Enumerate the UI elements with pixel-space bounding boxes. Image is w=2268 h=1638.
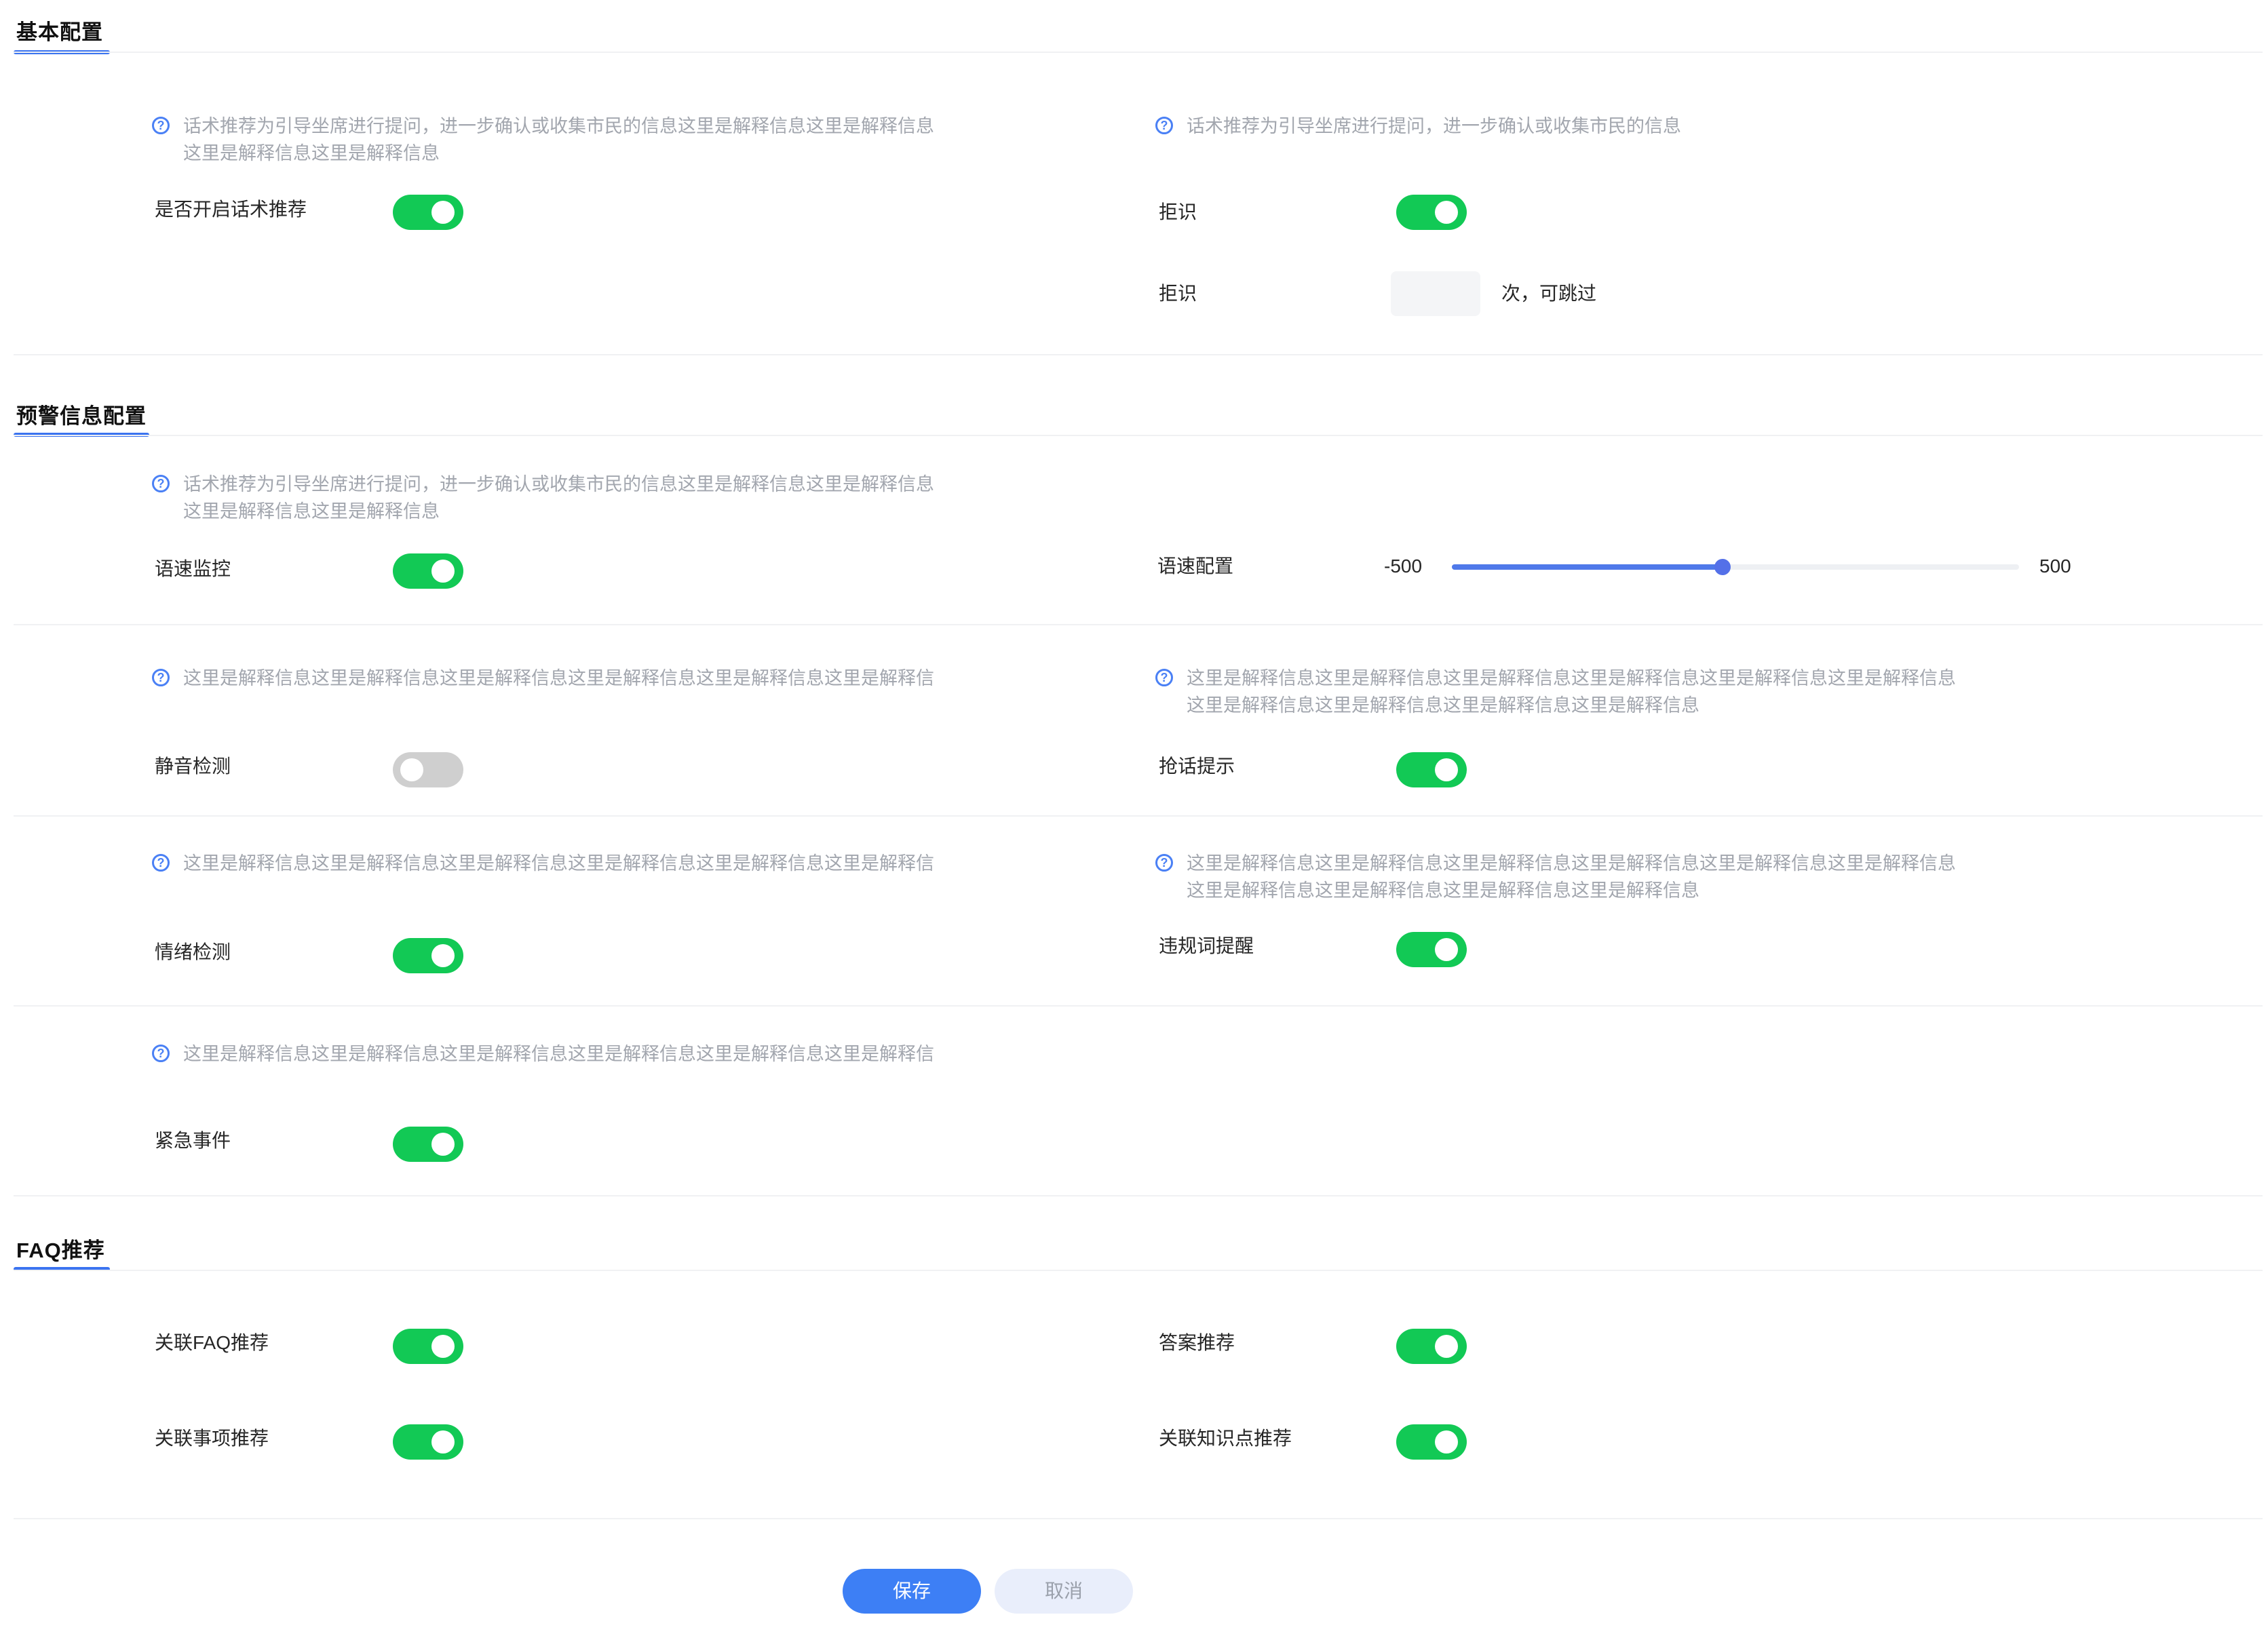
silence-detect-toggle[interactable] — [393, 752, 463, 787]
toggle-knob — [431, 201, 455, 224]
toggle-knob — [431, 944, 455, 967]
help-hint: ? 这里是解释信息这里是解释信息这里是解释信息这里是解释信息这里是解释信息这里是… — [152, 850, 934, 877]
section-title-basic: 基本配置 — [16, 20, 103, 44]
question-circle-icon: ? — [152, 669, 170, 686]
script-recommend-toggle[interactable] — [393, 195, 463, 230]
refuse-label: 拒识 — [1159, 201, 1197, 222]
emotion-detect-toggle[interactable] — [393, 938, 463, 973]
speed-config-label: 语速配置 — [1157, 555, 1234, 577]
interrupt-prompt-label: 抢话提示 — [1159, 756, 1235, 777]
section-title-faq: FAQ推荐 — [16, 1239, 105, 1262]
slider-min-label: -500 — [1384, 555, 1423, 577]
save-button[interactable]: 保存 — [843, 1569, 981, 1614]
refuse-count-label: 拒识 — [1159, 283, 1197, 304]
violation-word-label: 违规词提醒 — [1159, 935, 1254, 956]
help-hint: ? 这里是解释信息这里是解释信息这里是解释信息这里是解释信息这里是解释信息这里是… — [152, 1040, 934, 1068]
help-hint: ? 这里是解释信息这里是解释信息这里是解释信息这里是解释信息这里是解释信息这里是… — [1155, 665, 1956, 719]
related-matter-label: 关联事项推荐 — [155, 1428, 269, 1449]
violation-word-toggle[interactable] — [1396, 932, 1467, 967]
toggle-knob — [1435, 758, 1458, 781]
answer-recommend-toggle[interactable] — [1396, 1329, 1467, 1364]
section-divider — [14, 1005, 2263, 1007]
refuse-count-suffix: 次，可跳过 — [1501, 283, 1597, 304]
help-hint: ? 话术推荐为引导坐席进行提问，进一步确认或收集市民的信息这里是解释信息这里是解… — [152, 471, 934, 525]
slider-handle[interactable] — [1714, 559, 1731, 575]
speed-monitor-toggle[interactable] — [393, 553, 463, 589]
refuse-count-input[interactable] — [1391, 271, 1480, 316]
section-divider — [14, 354, 2263, 355]
related-matter-toggle[interactable] — [393, 1424, 463, 1460]
section-divider — [14, 1270, 2263, 1271]
question-circle-icon: ? — [1155, 669, 1173, 686]
help-hint: ? 这里是解释信息这里是解释信息这里是解释信息这里是解释信息这里是解释信息这里是… — [152, 665, 934, 692]
toggle-knob — [1435, 201, 1458, 224]
script-recommend-label: 是否开启话术推荐 — [155, 199, 307, 220]
question-circle-icon: ? — [1155, 117, 1173, 134]
section-divider — [14, 624, 2263, 625]
related-faq-toggle[interactable] — [393, 1329, 463, 1364]
question-circle-icon: ? — [1155, 854, 1173, 872]
related-knowledge-label: 关联知识点推荐 — [1159, 1428, 1292, 1449]
section-divider — [14, 815, 2263, 817]
emotion-detect-label: 情绪检测 — [155, 941, 231, 962]
related-faq-label: 关联FAQ推荐 — [155, 1332, 269, 1353]
help-hint: ? 话术推荐为引导坐席进行提问，进一步确认或收集市民的信息 — [1155, 113, 1681, 140]
silence-detect-label: 静音检测 — [155, 756, 231, 777]
toggle-knob — [1435, 1335, 1458, 1358]
slider-fill — [1452, 564, 1723, 570]
slider-max-label: 500 — [2039, 555, 2071, 577]
toggle-knob — [431, 1430, 455, 1454]
question-circle-icon: ? — [152, 1045, 170, 1062]
interrupt-prompt-toggle[interactable] — [1396, 752, 1467, 787]
section-divider — [14, 1195, 2263, 1196]
section-divider — [14, 52, 2263, 53]
emergency-event-label: 紧急事件 — [155, 1130, 231, 1151]
question-circle-icon: ? — [152, 854, 170, 872]
toggle-knob — [431, 1133, 455, 1156]
toggle-knob — [400, 758, 423, 781]
question-circle-icon: ? — [152, 475, 170, 492]
section-divider — [14, 1518, 2263, 1519]
question-circle-icon: ? — [152, 117, 170, 134]
toggle-knob — [1435, 1430, 1458, 1454]
speed-slider[interactable] — [1452, 559, 2019, 575]
related-knowledge-toggle[interactable] — [1396, 1424, 1467, 1460]
answer-recommend-label: 答案推荐 — [1159, 1332, 1235, 1353]
help-hint: ? 这里是解释信息这里是解释信息这里是解释信息这里是解释信息这里是解释信息这里是… — [1155, 850, 1956, 904]
section-divider — [14, 435, 2263, 436]
emergency-event-toggle[interactable] — [393, 1127, 463, 1162]
speed-monitor-label: 语速监控 — [155, 558, 231, 579]
toggle-knob — [431, 560, 455, 583]
refuse-toggle[interactable] — [1396, 195, 1467, 230]
toggle-knob — [1435, 938, 1458, 961]
section-title-warning: 预警信息配置 — [16, 404, 147, 428]
help-hint: ? 话术推荐为引导坐席进行提问，进一步确认或收集市民的信息这里是解释信息这里是解… — [152, 113, 934, 167]
cancel-button[interactable]: 取消 — [995, 1569, 1133, 1614]
toggle-knob — [431, 1335, 455, 1358]
